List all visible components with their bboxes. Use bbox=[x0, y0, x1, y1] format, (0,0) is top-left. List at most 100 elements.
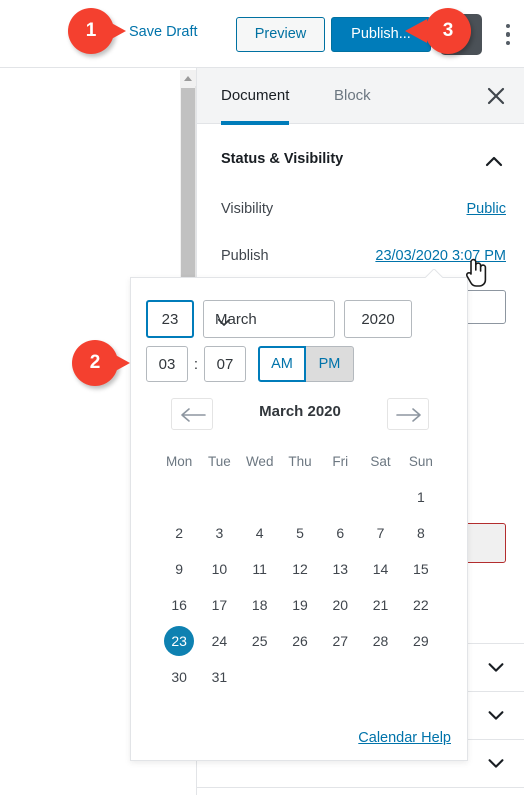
tab-block[interactable]: Block bbox=[334, 68, 371, 124]
chevron-up-icon[interactable] bbox=[482, 150, 506, 174]
calendar-day[interactable]: 2 bbox=[164, 518, 194, 548]
hour-input[interactable] bbox=[146, 346, 188, 382]
scrollbar-thumb[interactable] bbox=[181, 88, 195, 288]
calendar-cell[interactable]: 19 bbox=[280, 587, 320, 623]
calendar-cell[interactable]: 15 bbox=[401, 551, 441, 587]
callout-bubble: 1 bbox=[68, 8, 126, 54]
calendar-cell[interactable]: 29 bbox=[401, 623, 441, 659]
calendar-cell bbox=[320, 659, 360, 695]
calendar-cell[interactable]: 17 bbox=[199, 587, 239, 623]
calendar-cell[interactable]: 2 bbox=[159, 515, 199, 551]
pm-button[interactable]: PM bbox=[306, 346, 354, 382]
calendar-day[interactable]: 12 bbox=[285, 554, 315, 584]
calendar-day[interactable]: 15 bbox=[406, 554, 436, 584]
calendar-cell[interactable]: 7 bbox=[360, 515, 400, 551]
calendar-help-link[interactable]: Calendar Help bbox=[358, 730, 451, 746]
calendar-cell[interactable]: 9 bbox=[159, 551, 199, 587]
visibility-value-button[interactable]: Public bbox=[467, 201, 507, 217]
publish-label: Publish bbox=[221, 248, 269, 264]
calendar-cell[interactable]: 11 bbox=[240, 551, 280, 587]
close-icon[interactable] bbox=[482, 82, 510, 110]
chevron-down-icon[interactable] bbox=[485, 752, 507, 779]
calendar-day[interactable]: 3 bbox=[204, 518, 234, 548]
year-input[interactable] bbox=[344, 300, 412, 338]
calendar-cell bbox=[280, 659, 320, 695]
calendar-day[interactable]: 26 bbox=[285, 626, 315, 656]
calendar-cell[interactable]: 24 bbox=[199, 623, 239, 659]
calendar-cell[interactable]: 27 bbox=[320, 623, 360, 659]
calendar-cell[interactable]: 18 bbox=[240, 587, 280, 623]
calendar-day[interactable]: 24 bbox=[204, 626, 234, 656]
calendar-cell[interactable]: 10 bbox=[199, 551, 239, 587]
calendar-day[interactable]: 5 bbox=[285, 518, 315, 548]
calendar-cell bbox=[360, 659, 400, 695]
calendar-day[interactable]: 19 bbox=[285, 590, 315, 620]
calendar-day[interactable]: 16 bbox=[164, 590, 194, 620]
calendar-day-selected[interactable]: 23 bbox=[164, 626, 195, 656]
calendar-cell[interactable]: 6 bbox=[320, 515, 360, 551]
calendar-cell[interactable]: 20 bbox=[320, 587, 360, 623]
month-select[interactable]: March bbox=[203, 300, 335, 338]
calendar-cell[interactable]: 30 bbox=[159, 659, 199, 695]
calendar-cell[interactable]: 16 bbox=[159, 587, 199, 623]
calendar-grid: Mon Tue Wed Thu Fri Sat Sun 1 2 3 4 5 6 7 8 9 10 1… bbox=[159, 450, 441, 695]
calendar-cell[interactable]: 21 bbox=[360, 587, 400, 623]
calendar-cell[interactable]: 23 bbox=[159, 623, 199, 659]
calendar-day[interactable]: 8 bbox=[406, 518, 436, 548]
calendar-day[interactable]: 9 bbox=[164, 554, 194, 584]
calendar-day[interactable]: 11 bbox=[245, 554, 275, 584]
calendar-day[interactable]: 4 bbox=[245, 518, 275, 548]
calendar-day[interactable]: 30 bbox=[164, 662, 194, 692]
tab-document[interactable]: Document bbox=[221, 68, 290, 125]
calendar-cell[interactable]: 28 bbox=[360, 623, 400, 659]
chevron-down-icon[interactable] bbox=[485, 656, 507, 683]
calendar-cell bbox=[240, 659, 280, 695]
calendar-day[interactable]: 20 bbox=[325, 590, 355, 620]
minute-input[interactable] bbox=[204, 346, 246, 382]
date-picker-popover: March : AM PM Mar bbox=[130, 277, 468, 761]
calendar-cell[interactable]: 13 bbox=[320, 551, 360, 587]
scroll-up-arrow-icon[interactable] bbox=[180, 70, 196, 86]
more-options-button[interactable] bbox=[496, 17, 520, 52]
calendar-day[interactable]: 22 bbox=[406, 590, 436, 620]
day-input[interactable] bbox=[146, 300, 194, 338]
calendar-cell[interactable]: 14 bbox=[360, 551, 400, 587]
calendar-cell[interactable]: 25 bbox=[240, 623, 280, 659]
calendar-day[interactable]: 29 bbox=[406, 626, 436, 656]
calendar-cell bbox=[159, 479, 199, 515]
weekday-sun: Sun bbox=[408, 454, 433, 469]
calendar-day[interactable]: 6 bbox=[325, 518, 355, 548]
sidebar-scrollbar[interactable] bbox=[180, 70, 196, 296]
calendar-cell[interactable]: 5 bbox=[280, 515, 320, 551]
calendar-day[interactable]: 25 bbox=[245, 626, 275, 656]
calendar-cell[interactable]: 22 bbox=[401, 587, 441, 623]
calendar-day[interactable]: 28 bbox=[366, 626, 396, 656]
save-draft-button[interactable]: Save Draft bbox=[129, 24, 198, 40]
callout-marker-2: 2 bbox=[72, 340, 130, 386]
calendar-day[interactable]: 1 bbox=[406, 482, 436, 512]
calendar-day[interactable]: 31 bbox=[204, 662, 234, 692]
calendar-day[interactable]: 21 bbox=[366, 590, 396, 620]
calendar-cell[interactable]: 8 bbox=[401, 515, 441, 551]
calendar-day[interactable]: 13 bbox=[325, 554, 355, 584]
calendar-day[interactable]: 7 bbox=[366, 518, 396, 548]
callout-marker-1: 1 bbox=[68, 8, 126, 54]
am-button[interactable]: AM bbox=[258, 346, 306, 382]
calendar-day[interactable]: 10 bbox=[204, 554, 234, 584]
sidebar-panel[interactable] bbox=[197, 787, 524, 795]
calendar-cell[interactable]: 3 bbox=[199, 515, 239, 551]
arrow-right-icon[interactable] bbox=[387, 398, 429, 430]
calendar-day[interactable]: 14 bbox=[366, 554, 396, 584]
weekday-wed: Wed bbox=[245, 454, 274, 469]
calendar-day[interactable]: 27 bbox=[325, 626, 355, 656]
calendar-cell[interactable]: 12 bbox=[280, 551, 320, 587]
calendar-cell[interactable]: 1 bbox=[401, 479, 441, 515]
chevron-down-icon[interactable] bbox=[485, 704, 507, 731]
calendar-cell[interactable]: 31 bbox=[199, 659, 239, 695]
calendar-day[interactable]: 18 bbox=[245, 590, 275, 620]
preview-button[interactable]: Preview bbox=[236, 17, 325, 52]
calendar-cell[interactable]: 26 bbox=[280, 623, 320, 659]
calendar-day[interactable]: 17 bbox=[204, 590, 234, 620]
more-vertical-icon bbox=[505, 40, 511, 46]
calendar-cell[interactable]: 4 bbox=[240, 515, 280, 551]
